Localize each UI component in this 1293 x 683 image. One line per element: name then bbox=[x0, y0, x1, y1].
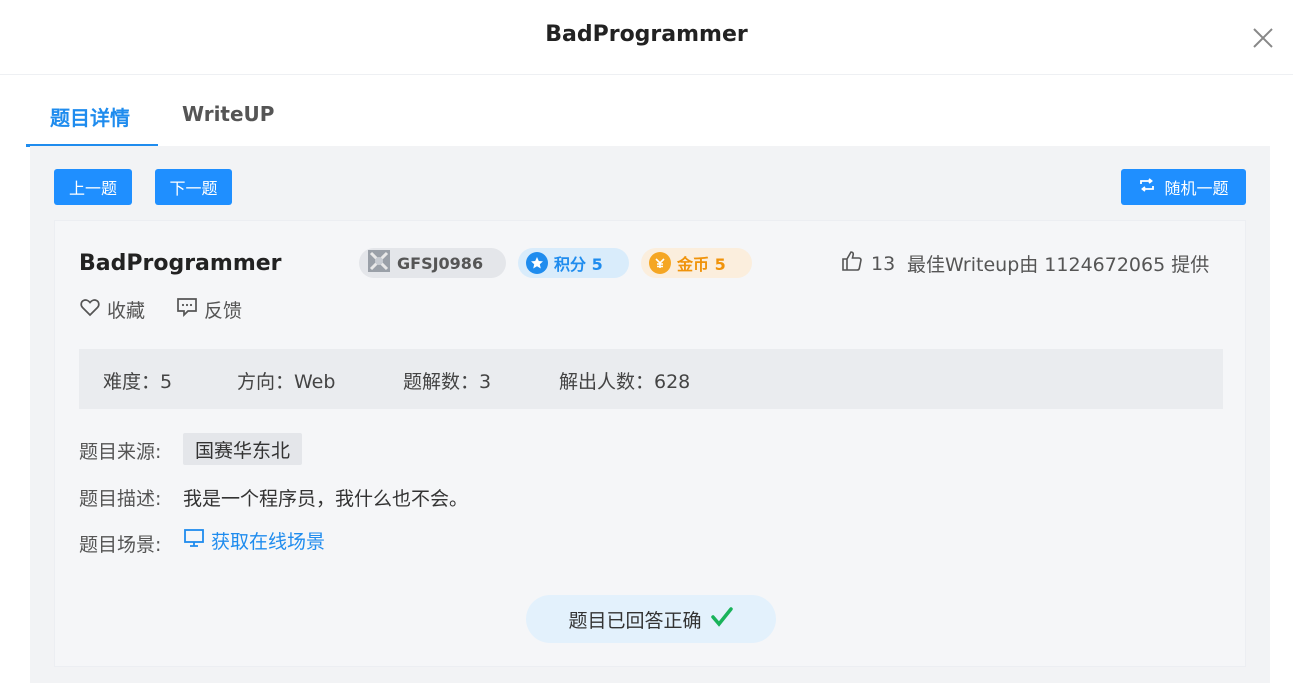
random-challenge-button[interactable]: 随机一题 bbox=[1121, 169, 1246, 205]
tab-challenge-details[interactable]: 题目详情 bbox=[50, 102, 130, 131]
tab-writeup[interactable]: WriteUP bbox=[182, 102, 274, 126]
coin-icon bbox=[649, 252, 671, 274]
stats-bar: 难度：5 方向：Web 题解数：3 解出人数：628 bbox=[79, 349, 1223, 409]
heart-icon bbox=[79, 296, 101, 323]
star-icon bbox=[526, 252, 548, 274]
feedback-label: 反馈 bbox=[204, 300, 243, 322]
prev-challenge-button[interactable]: 上一题 bbox=[54, 169, 132, 205]
challenge-panel: 上一题 下一题 随机一题 BadProgrammer GFSJ0986 积分 5… bbox=[30, 146, 1270, 683]
close-icon[interactable] bbox=[1251, 26, 1275, 50]
thumbs-up-icon bbox=[841, 250, 863, 277]
feedback-button[interactable]: 反馈 bbox=[176, 296, 242, 323]
checkmark-icon bbox=[710, 605, 734, 634]
monitor-icon bbox=[183, 527, 205, 554]
next-challenge-button[interactable]: 下一题 bbox=[155, 169, 232, 205]
stat-writeups: 题解数：3 bbox=[403, 371, 492, 393]
stat-difficulty: 难度：5 bbox=[103, 371, 173, 393]
challenge-avatar-icon bbox=[367, 249, 391, 277]
favorite-label: 收藏 bbox=[107, 300, 146, 322]
score-badge: 积分 5 bbox=[518, 248, 629, 278]
source-tag: 国赛华东北 bbox=[183, 433, 303, 465]
like-count: 13 bbox=[871, 252, 896, 275]
source-label: 题目来源: bbox=[79, 441, 162, 463]
challenge-title: BadProgrammer bbox=[79, 251, 282, 276]
description-label: 题目描述: bbox=[79, 488, 162, 510]
score-label: 积分 5 bbox=[554, 255, 603, 274]
scene-label: 题目场景: bbox=[79, 534, 162, 556]
stat-solvers: 解出人数：628 bbox=[559, 371, 691, 393]
tab-bar: 题目详情 WriteUP bbox=[26, 76, 1270, 148]
description-text: 我是一个程序员，我什么也不会。 bbox=[183, 488, 469, 510]
message-icon bbox=[176, 296, 198, 323]
challenge-id: GFSJ0986 bbox=[397, 253, 484, 273]
modal-title: BadProgrammer bbox=[545, 22, 748, 47]
best-writeup-credit: 最佳Writeup由 1124672065 提供 bbox=[907, 254, 1210, 276]
stat-direction: 方向：Web bbox=[237, 371, 336, 393]
modal-header: BadProgrammer bbox=[0, 0, 1293, 75]
get-online-scene-link[interactable]: 获取在线场景 bbox=[183, 527, 325, 554]
get-online-scene-label: 获取在线场景 bbox=[211, 531, 326, 553]
coin-badge: 金币 5 bbox=[641, 248, 752, 278]
coin-label: 金币 5 bbox=[677, 255, 726, 274]
answered-status: 题目已回答正确 bbox=[526, 595, 776, 643]
random-challenge-label: 随机一题 bbox=[1164, 179, 1229, 198]
answered-label: 题目已回答正确 bbox=[568, 609, 702, 632]
like-button[interactable]: 13 bbox=[841, 250, 895, 277]
favorite-button[interactable]: 收藏 bbox=[79, 296, 145, 323]
shuffle-icon bbox=[1138, 176, 1156, 198]
challenge-card: BadProgrammer GFSJ0986 积分 5 金币 5 13 最佳Wr… bbox=[54, 220, 1246, 667]
challenge-id-badge: GFSJ0986 bbox=[359, 248, 506, 278]
